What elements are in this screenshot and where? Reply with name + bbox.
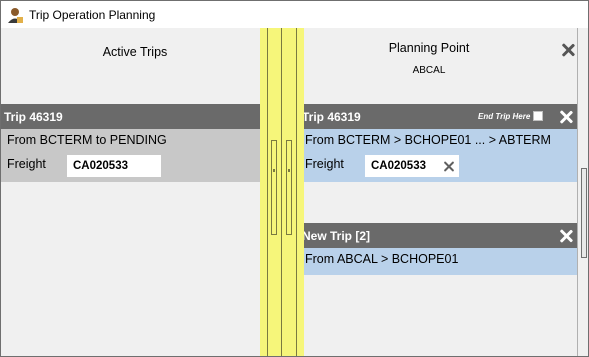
splitter-handle-right[interactable]: [286, 140, 292, 235]
planning-point-header: Planning Point: [388, 41, 470, 55]
trip-operation-planning-window: Trip Operation Planning Active Trips Tri…: [0, 0, 589, 357]
planning-freight-code: CA020533: [371, 160, 426, 172]
grip-dot: [288, 169, 290, 172]
end-trip-here-control[interactable]: End Trip Here: [478, 111, 544, 121]
active-trip-header[interactable]: Trip 46319: [1, 104, 269, 129]
active-freight-value[interactable]: CA020533: [67, 155, 161, 177]
active-trips-header: Active Trips: [102, 45, 168, 59]
active-trip-body[interactable]: From BCTERM to PENDING Freight CA020533: [1, 129, 269, 182]
new-trip-body[interactable]: From ABCAL > BCHOPE01: [299, 248, 578, 275]
close-new-trip-icon[interactable]: [559, 229, 573, 243]
planning-point-location: ABCAL: [412, 65, 446, 76]
splitter-handle-left[interactable]: [271, 140, 277, 235]
title-bar: Trip Operation Planning: [1, 1, 588, 28]
active-trip-title: Trip 46319: [4, 109, 63, 124]
window-title: Trip Operation Planning: [29, 7, 156, 22]
new-trip-title: New Trip [2]: [302, 228, 371, 243]
grip-dot: [273, 169, 275, 172]
end-trip-here-checkbox[interactable]: [533, 111, 544, 121]
user-icon: [8, 7, 23, 23]
active-freight-label: Freight: [7, 157, 46, 171]
column-splitter[interactable]: [260, 28, 304, 356]
end-trip-here-label: End Trip Here: [478, 111, 531, 121]
new-trip-header[interactable]: New Trip [2]: [299, 223, 578, 248]
new-trip-route: From ABCAL > BCHOPE01: [305, 252, 459, 266]
splitter-line: [296, 28, 297, 356]
remove-freight-icon[interactable]: [443, 160, 457, 174]
close-planning-point-icon[interactable]: [561, 43, 575, 57]
planning-freight-value[interactable]: CA020533: [365, 155, 459, 177]
planning-trip-body[interactable]: From BCTERM > BCHOPE01 ... > ABTERM Frei…: [299, 129, 578, 182]
close-trip-icon[interactable]: [559, 110, 573, 124]
planning-trip-title: Trip 46319: [302, 109, 361, 124]
splitter-line: [281, 28, 282, 356]
splitter-line: [267, 28, 268, 356]
planning-trip-route: From BCTERM > BCHOPE01 ... > ABTERM: [305, 133, 551, 147]
vertical-scrollbar[interactable]: [577, 28, 588, 356]
scrollbar-thumb[interactable]: [581, 168, 587, 258]
planning-freight-label: Freight: [305, 157, 344, 171]
active-trip-route: From BCTERM to PENDING: [7, 133, 167, 147]
